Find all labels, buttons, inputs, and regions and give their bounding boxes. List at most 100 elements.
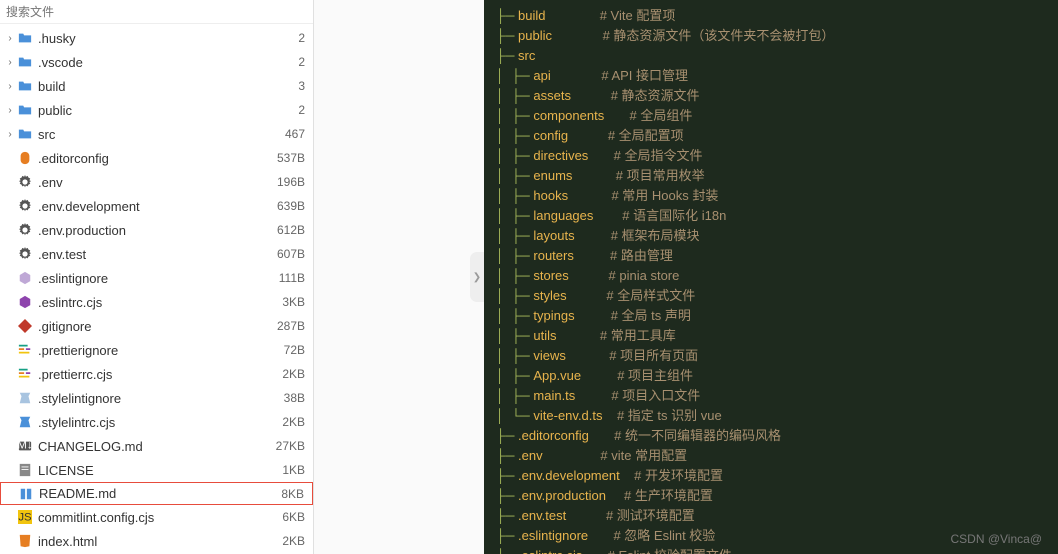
file-row[interactable]: .prettierrc.cjs2KB [0,362,313,386]
file-name: .env.development [38,199,269,214]
code-comment: # 静态资源文件 [611,86,700,106]
code-comment: # 忽略 Eslint 校验 [613,526,715,546]
folder-icon [16,55,34,69]
code-line: │ ├─ assets # 静态资源文件 [496,86,1046,106]
code-key: assets [533,86,571,106]
code-line: ├─ src [496,46,1046,66]
file-size: 537B [269,151,305,165]
code-line: │ ├─ styles # 全局样式文件 [496,286,1046,306]
git-icon [16,319,34,333]
file-size: 3 [269,79,305,93]
file-name: README.md [39,486,268,501]
code-key: components [533,106,604,126]
code-key: build [518,6,545,26]
code-line: │ ├─ components # 全局组件 [496,106,1046,126]
file-name: CHANGELOG.md [38,439,269,454]
file-row[interactable]: index.html2KB [0,529,313,553]
tree-glyph: │ ├─ [496,226,533,246]
tree-glyph: │ ├─ [496,246,533,266]
file-row[interactable]: commitlint.config.cjs6KB [0,505,313,529]
folder-row[interactable]: ›.vscode2 [0,50,313,74]
folder-row[interactable]: ›.husky2 [0,26,313,50]
code-comment: # 全局组件 [630,106,693,126]
code-comment: # 项目所有页面 [609,346,698,366]
eslint-dim-icon [16,271,34,285]
file-name: .eslintrc.cjs [38,295,269,310]
file-row[interactable]: .env.development639B [0,194,313,218]
js-icon [16,510,34,524]
file-name: .env.test [38,247,269,262]
code-comment: # 测试环境配置 [606,506,695,526]
file-row[interactable]: .eslintignore111B [0,266,313,290]
tree-glyph: │ ├─ [496,206,533,226]
file-size: 287B [269,319,305,333]
tree-glyph: │ ├─ [496,126,533,146]
code-line: ├─ .env # vite 常用配置 [496,446,1046,466]
splitter-handle[interactable]: ❯ [470,252,484,302]
file-name: LICENSE [38,463,269,478]
file-row[interactable]: .env196B [0,170,313,194]
file-row[interactable]: .editorconfig537B [0,146,313,170]
folder-row[interactable]: ›public2 [0,98,313,122]
code-key: api [533,66,550,86]
folder-icon [16,103,34,117]
code-line: │ ├─ views # 项目所有页面 [496,346,1046,366]
code-comment: # 全局样式文件 [606,286,695,306]
code-line: │ ├─ directives # 全局指令文件 [496,146,1046,166]
file-row[interactable]: .env.production612B [0,218,313,242]
file-size: 2KB [269,534,305,548]
file-size: 2KB [269,367,305,381]
file-size: 467 [269,127,305,141]
folder-icon [16,127,34,141]
code-line: ├─ .env.test # 测试环境配置 [496,506,1046,526]
file-row[interactable]: CHANGELOG.md27KB [0,434,313,458]
stylelint-dim-icon [16,391,34,405]
code-comment: # Vite 配置项 [600,6,676,26]
code-panel: ├─ build # Vite 配置项├─ public # 静态资源文件（该文… [484,0,1058,554]
search-input[interactable] [6,5,307,19]
code-line: │ ├─ languages # 语言国际化 i18n [496,206,1046,226]
folder-row[interactable]: ›build3 [0,74,313,98]
tree-glyph: ├─ [496,526,518,546]
chevron-right-icon: › [4,33,16,44]
code-comment: # API 接口管理 [601,66,688,86]
file-name: .stylelintignore [38,391,269,406]
file-row[interactable]: .gitignore287B [0,314,313,338]
file-size: 639B [269,199,305,213]
chevron-right-icon: › [4,81,16,92]
code-key: .eslintignore [518,526,588,546]
code-key: styles [533,286,566,306]
file-row[interactable]: .eslintrc.cjs3KB [0,290,313,314]
code-line: │ └─ vite-env.d.ts # 指定 ts 识别 vue [496,406,1046,426]
file-name: .husky [38,31,269,46]
folder-row[interactable]: ›src467 [0,122,313,146]
tree-glyph: │ ├─ [496,346,533,366]
code-key: utils [533,326,556,346]
file-size: 612B [269,223,305,237]
prettier-icon [16,367,34,381]
code-line: │ ├─ hooks # 常用 Hooks 封装 [496,186,1046,206]
file-name: commitlint.config.cjs [38,510,269,525]
code-line: │ ├─ stores # pinia store [496,266,1046,286]
tree-glyph: │ ├─ [496,286,533,306]
eslint-icon [16,295,34,309]
code-line: │ ├─ main.ts # 项目入口文件 [496,386,1046,406]
readme-icon [17,487,35,501]
file-row[interactable]: README.md8KB [0,482,313,505]
code-key: main.ts [533,386,575,406]
file-row[interactable]: .stylelintrc.cjs2KB [0,410,313,434]
code-key: src [518,46,535,66]
code-line: │ ├─ utils # 常用工具库 [496,326,1046,346]
code-key: directives [533,146,588,166]
code-comment: # 项目入口文件 [611,386,700,406]
file-row[interactable]: .prettierignore72B [0,338,313,362]
code-key: public [518,26,552,46]
file-name: index.html [38,534,269,549]
search-bar [0,0,313,24]
code-key: layouts [533,226,574,246]
code-line: ├─ build # Vite 配置项 [496,6,1046,26]
file-name: .prettierignore [38,343,269,358]
file-row[interactable]: LICENSE1KB [0,458,313,482]
file-row[interactable]: .stylelintignore38B [0,386,313,410]
file-row[interactable]: .env.test607B [0,242,313,266]
